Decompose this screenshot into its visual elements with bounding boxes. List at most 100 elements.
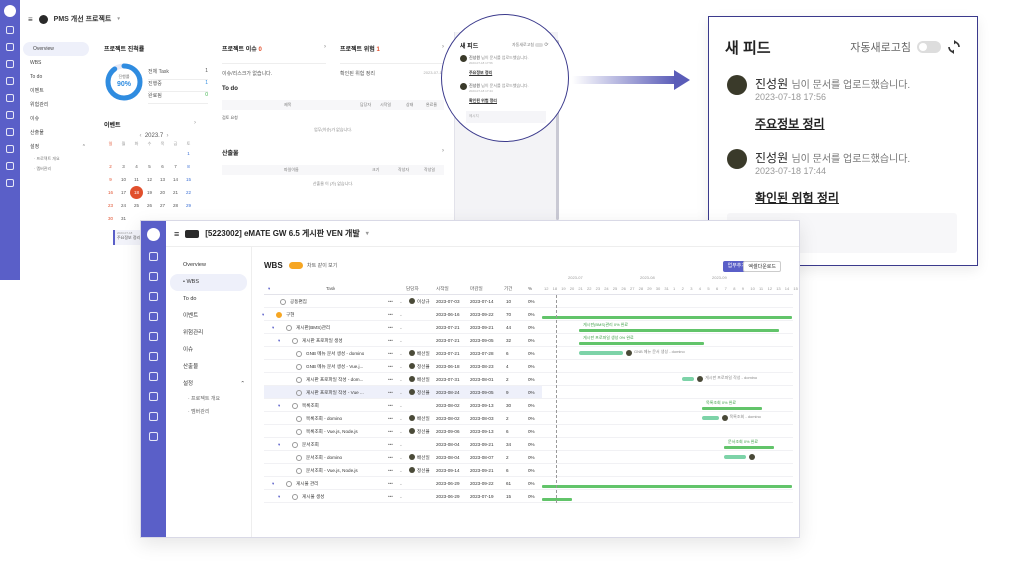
menu-risk[interactable]: 위험관리 (20, 98, 92, 112)
chevron-down-icon[interactable]: ⌄ (399, 412, 403, 425)
chevron-down-icon[interactable]: ⌄ (399, 321, 403, 334)
task-name[interactable]: 공동편집 (290, 295, 307, 308)
menu-risk[interactable]: 위험관리 (166, 325, 251, 342)
project-title[interactable]: [5223002] eMATE GW 6.5 게시판 VEN 개발 (205, 228, 359, 239)
menu-output[interactable]: 산출물 (20, 126, 92, 140)
task-row[interactable]: ▾ 게시물 관리 ••• ⌄ 2023-06-29 2023-09-22 61 0% (264, 477, 542, 490)
home-icon[interactable] (6, 43, 14, 51)
more-icon[interactable]: ••• (388, 412, 393, 425)
calendar-day[interactable]: 12 (143, 173, 156, 186)
chevron-right-icon[interactable]: › (324, 44, 326, 50)
calendar-day[interactable]: 26 (143, 199, 156, 212)
chevron-up-icon[interactable]: ⌃ (240, 376, 245, 393)
menu-issue[interactable]: 이슈 (166, 342, 251, 359)
chevron-down-icon[interactable]: ⌄ (399, 373, 403, 386)
home-icon[interactable] (149, 272, 158, 281)
gantt-task-bar[interactable] (682, 377, 695, 381)
chevron-down-icon[interactable]: ⌄ (399, 490, 403, 503)
menu-event[interactable]: 이벤트 (166, 308, 251, 325)
calendar-day[interactable]: 27 (156, 199, 169, 212)
calendar-day[interactable]: 21 (169, 186, 182, 199)
calendar-day[interactable]: 14 (169, 173, 182, 186)
chat-icon[interactable] (6, 145, 14, 153)
refresh-icon[interactable]: ⟳ (544, 42, 548, 48)
project-title[interactable]: PMS 개선 프로젝트 (54, 14, 112, 24)
more-icon[interactable]: ••• (388, 347, 393, 360)
gantt-summary-bar[interactable] (542, 316, 792, 319)
task-row[interactable]: ▾ 목록조회 ••• ⌄ 2023-08-02 2023-09-13 30 0% (264, 399, 542, 412)
task-row[interactable]: ▾ 문서조회 ••• ⌄ 2023-08-04 2023-09-21 34 0% (264, 438, 542, 451)
task-name[interactable]: 문서조회 - domino (306, 451, 342, 464)
add-icon[interactable] (6, 26, 14, 34)
box-icon[interactable] (6, 162, 14, 170)
status-circle[interactable] (292, 402, 298, 409)
more-icon[interactable]: ••• (388, 399, 393, 412)
calendar-day[interactable]: 4 (130, 160, 143, 173)
chevron-down-icon[interactable]: ⌄ (399, 477, 403, 490)
task-name[interactable]: 문서조회 - Vue.js, Node.js (306, 464, 358, 477)
task-name[interactable]: 게시판 프로파일 생성 (302, 334, 343, 347)
calendar-day[interactable]: 1 (182, 147, 195, 160)
status-circle[interactable] (296, 415, 302, 422)
feed-doc-link[interactable]: 확인된 위험 정리 (755, 189, 839, 206)
calendar-day[interactable]: 13 (156, 173, 169, 186)
chevron-right-icon[interactable]: › (194, 120, 196, 126)
more-icon[interactable]: ••• (388, 464, 393, 477)
task-row[interactable]: 공동편집 ••• ⌄ 이상규 2023-07-03 2023-07-14 10 0% (264, 295, 542, 308)
col-task[interactable]: Task (326, 283, 335, 295)
box-icon[interactable] (149, 412, 158, 421)
expand-icon[interactable]: ▾ (278, 399, 280, 412)
chart-toggle[interactable] (289, 262, 303, 269)
task-name[interactable]: 게시물 관리 (296, 477, 318, 490)
chat-icon[interactable] (149, 392, 158, 401)
task-name[interactable]: GNB 메뉴 문서 생성 - Vue.j... (306, 360, 363, 373)
task-row[interactable]: 게시판 프로파일 작성 - dom... ••• ⌄ 배선일 2023-07-31 202… (264, 373, 542, 386)
task-name[interactable]: 게시판 프로파일 작성 - Vue ... (306, 386, 364, 399)
menu-event[interactable]: 이벤트 (20, 84, 92, 98)
todo-row[interactable]: 검토 요청 (222, 115, 444, 121)
folder-icon[interactable] (6, 60, 14, 68)
chevron-right-icon[interactable]: › (442, 44, 444, 50)
gantt-task-bar[interactable] (702, 416, 719, 420)
calendar-day[interactable] (117, 147, 130, 160)
status-circle[interactable] (296, 363, 302, 370)
col-percent[interactable]: % (528, 283, 532, 295)
gear-icon[interactable] (6, 179, 14, 187)
chevron-right-icon[interactable]: › (442, 148, 444, 154)
chevron-down-icon[interactable]: ⌄ (399, 425, 403, 438)
task-row[interactable]: 문서조회 - domino ••• ⌄ 배선일 2023-08-04 2023-08-07… (264, 451, 542, 464)
task-row[interactable]: ▾ 게시물 생성 ••• ⌄ 2023-06-29 2023-07-19 15 0% (264, 490, 542, 503)
menu-sub-members[interactable]: · 멤버관리 (20, 164, 92, 174)
chevron-down-icon[interactable]: ▾ (366, 230, 369, 237)
menu-settings[interactable]: 설정 ⌃ (166, 376, 251, 393)
task-name[interactable]: 목록조회 - Vue.js, Node.js (306, 425, 358, 438)
calendar-day[interactable] (156, 147, 169, 160)
calendar-day[interactable] (130, 147, 143, 160)
refresh-icon[interactable] (947, 40, 961, 54)
calendar-icon[interactable] (149, 352, 158, 361)
expand-icon[interactable]: ▾ (278, 438, 280, 451)
more-icon[interactable]: ••• (388, 386, 393, 399)
calendar-day[interactable]: 23 (104, 199, 117, 212)
add-icon[interactable] (149, 252, 158, 261)
calendar-day[interactable] (169, 147, 182, 160)
menu-wbs[interactable]: WBS (20, 56, 92, 70)
calendar-day[interactable]: 3 (117, 160, 130, 173)
calendar-day[interactable] (143, 147, 156, 160)
task-name[interactable]: 문서조회 (302, 438, 319, 451)
status-circle[interactable] (280, 298, 286, 305)
gantt-summary-bar[interactable] (579, 342, 704, 345)
menu-icon[interactable]: ≡ (28, 15, 33, 24)
warning-icon[interactable] (149, 372, 158, 381)
more-icon[interactable]: ••• (388, 451, 393, 464)
status-circle[interactable] (296, 376, 302, 383)
menu-sub-overview[interactable]: · 프로젝트 개요 (166, 393, 251, 406)
col-end[interactable]: 마감일 (470, 283, 483, 295)
task-row[interactable]: ▾ 구현 ••• ⌄ 2023-06-16 2023-09-22 70 0% (262, 308, 542, 321)
list-icon[interactable] (6, 94, 14, 102)
menu-sub-members[interactable]: · 멤버관리 (166, 406, 251, 419)
status-circle[interactable] (296, 428, 302, 435)
gantt-summary-bar[interactable] (702, 407, 762, 410)
calendar-day[interactable]: 18 (130, 186, 143, 199)
chevron-down-icon[interactable]: ⌄ (399, 308, 403, 321)
